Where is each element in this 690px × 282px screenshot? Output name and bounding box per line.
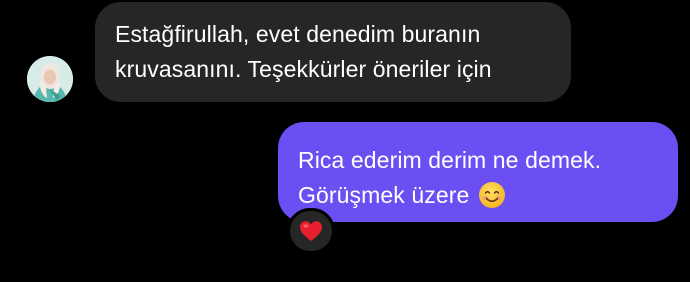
message-text: Görüşmek üzere [298,182,470,208]
message-text-line: kruvasanını. Teşekkürler öneriler için [115,56,492,82]
smiling-face-emoji [478,181,506,219]
message-text-line: Estağfirullah, evet denedim buranın [115,21,481,47]
incoming-message-bubble[interactable]: Estağfirullah, evet denedim buranın kruv… [95,2,571,102]
red-heart-icon [300,221,322,241]
message-text-line-with-emoji: Görüşmek üzere [298,178,658,219]
avatar-image [27,56,73,102]
outgoing-message-bubble[interactable]: Rica ederim derim ne demek. Görüşmek üze… [278,122,678,222]
reaction-badge[interactable] [287,208,335,254]
message-text-line: Rica ederim derim ne demek. [298,147,602,173]
contact-avatar[interactable] [27,56,73,102]
